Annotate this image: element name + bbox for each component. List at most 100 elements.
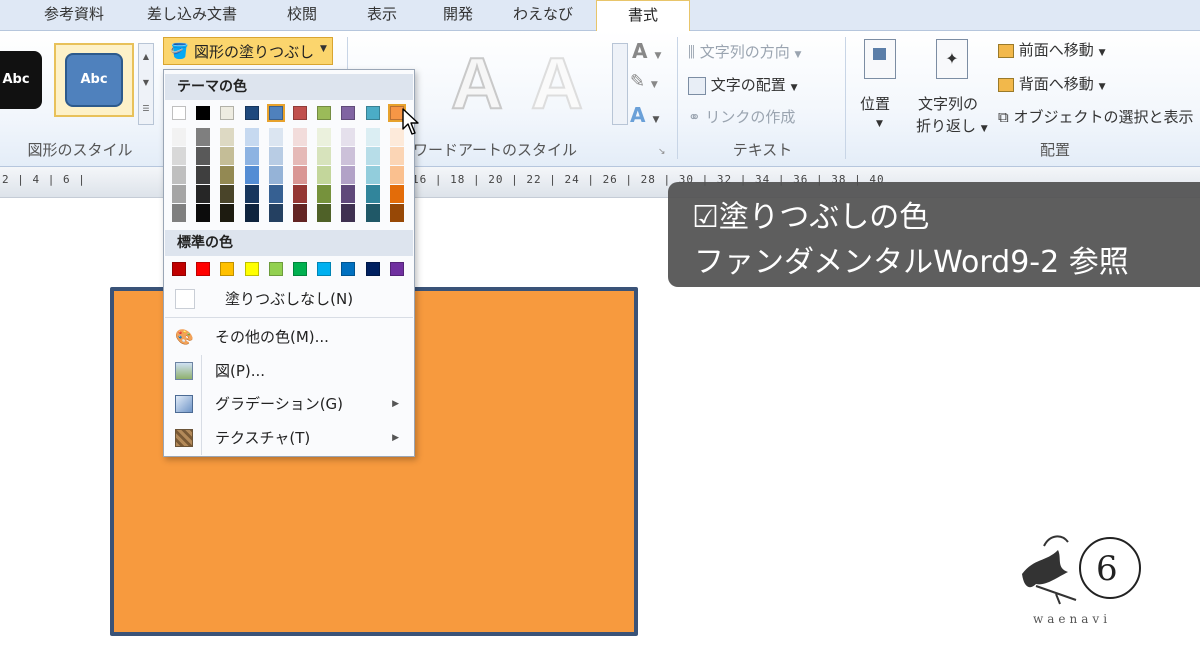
theme-shade-swatch[interactable] <box>268 166 283 184</box>
text-align-button[interactable]: 文字の配置 ▼ <box>688 74 798 95</box>
theme-shade-swatch[interactable] <box>293 147 307 165</box>
theme-shade-swatch[interactable] <box>220 166 235 184</box>
theme-color-swatch[interactable] <box>365 106 380 120</box>
theme-shade-swatch[interactable] <box>196 185 211 203</box>
theme-shade-swatch[interactable] <box>365 147 380 165</box>
wordart-style-outline[interactable]: A <box>440 44 514 124</box>
selection-pane-button[interactable]: ⧉ オブジェクトの選択と表示 <box>998 106 1194 127</box>
theme-color-swatch[interactable] <box>196 106 211 120</box>
theme-shade-swatch[interactable] <box>293 128 307 146</box>
standard-color-swatch[interactable] <box>365 262 380 276</box>
theme-shade-swatch[interactable] <box>196 166 211 184</box>
theme-shade-swatch[interactable] <box>244 166 259 184</box>
wrap-text-button[interactable]: ✦ 文字列の 折り返し ▼ <box>914 39 996 149</box>
tab-review[interactable]: 校閲 <box>266 0 338 30</box>
theme-shade-swatch[interactable] <box>220 128 235 146</box>
theme-shade-swatch[interactable] <box>293 166 307 184</box>
theme-shade-swatch[interactable] <box>317 204 332 222</box>
more-colors-item[interactable]: 🎨 その他の色(M)... <box>165 322 413 352</box>
text-fill-icon[interactable]: A ▼ <box>632 39 661 63</box>
theme-shade-swatch[interactable] <box>268 185 283 203</box>
theme-shade-swatch[interactable] <box>389 166 404 184</box>
standard-color-swatch[interactable] <box>244 262 259 276</box>
theme-shade-swatch[interactable] <box>196 204 211 222</box>
theme-shade-swatch[interactable] <box>341 128 356 146</box>
send-backward-button[interactable]: 背面へ移動 ▼ <box>998 73 1106 94</box>
theme-color-swatch[interactable] <box>317 106 332 120</box>
shape-fill-button[interactable]: 🪣 図形の塗りつぶし ▼ <box>163 37 333 65</box>
dialog-launcher-icon[interactable]: ↘ <box>658 147 666 157</box>
standard-color-swatch[interactable] <box>293 262 307 276</box>
theme-shade-swatch[interactable] <box>244 147 259 165</box>
tab-references[interactable]: 参考資料 <box>22 0 126 30</box>
text-direction-button[interactable]: ⫼ 文字列の方向 ▼ <box>688 41 801 62</box>
theme-shade-swatch[interactable] <box>389 147 404 165</box>
theme-color-swatch[interactable] <box>341 106 356 120</box>
wordart-style-light[interactable]: A <box>520 44 594 124</box>
shape-style-thumb-black[interactable]: Abc <box>0 51 42 109</box>
tab-waenavi[interactable]: わえなび <box>496 0 590 30</box>
gradient-fill-item[interactable]: グラデーション(G) ▶ <box>165 389 413 419</box>
theme-shade-swatch[interactable] <box>317 185 332 203</box>
standard-color-swatch[interactable] <box>172 262 186 276</box>
position-button[interactable]: 位置 ▼ <box>860 39 900 149</box>
theme-shade-swatch[interactable] <box>268 128 283 146</box>
text-effects-icon[interactable]: A ▼ <box>630 103 659 127</box>
theme-shade-swatch[interactable] <box>220 204 235 222</box>
theme-shade-swatch[interactable] <box>172 204 186 222</box>
theme-shade-swatch[interactable] <box>341 204 356 222</box>
theme-shade-swatch[interactable] <box>220 147 235 165</box>
theme-shade-swatch[interactable] <box>365 166 380 184</box>
theme-shade-swatch[interactable] <box>341 166 356 184</box>
style-gallery-scroll[interactable]: ▲ ▼ ☰ <box>138 43 154 125</box>
theme-shade-swatch[interactable] <box>293 185 307 203</box>
wordart-gallery-scroll[interactable] <box>612 43 628 125</box>
theme-shade-swatch[interactable] <box>341 185 356 203</box>
theme-shade-swatch[interactable] <box>196 147 211 165</box>
tab-developer[interactable]: 開発 <box>422 0 494 30</box>
text-outline-icon[interactable]: ✎ ▼ <box>630 71 658 92</box>
theme-shade-swatch[interactable] <box>244 204 259 222</box>
theme-shade-swatch[interactable] <box>365 185 380 203</box>
standard-color-swatch[interactable] <box>268 262 283 276</box>
create-link-button[interactable]: ⚭ リンクの作成 <box>688 106 795 127</box>
theme-shade-swatch[interactable] <box>172 147 186 165</box>
no-fill-item[interactable]: 塗りつぶしなし(N) <box>165 284 413 314</box>
standard-color-swatch[interactable] <box>389 262 404 276</box>
theme-color-swatch[interactable] <box>220 106 235 120</box>
theme-shade-swatch[interactable] <box>172 166 186 184</box>
theme-shade-swatch[interactable] <box>268 204 283 222</box>
theme-shade-swatch[interactable] <box>365 204 380 222</box>
theme-shade-swatch[interactable] <box>196 128 211 146</box>
standard-color-swatch[interactable] <box>317 262 332 276</box>
theme-shade-swatch[interactable] <box>317 166 332 184</box>
theme-shade-swatch[interactable] <box>389 185 404 203</box>
picture-fill-item[interactable]: 図(P)... <box>165 356 413 386</box>
wrap-text-label-2: 折り返し <box>916 117 977 135</box>
theme-shade-swatch[interactable] <box>244 185 259 203</box>
tab-mailings[interactable]: 差し込み文書 <box>126 0 258 30</box>
tab-format[interactable]: 書式 <box>596 0 690 32</box>
theme-shade-swatch[interactable] <box>293 204 307 222</box>
theme-shade-swatch[interactable] <box>365 128 380 146</box>
texture-fill-item[interactable]: テクスチャ(T) ▶ <box>165 423 413 453</box>
theme-color-swatch[interactable] <box>293 106 307 120</box>
shape-style-thumb-blue[interactable]: Abc <box>65 53 123 107</box>
standard-color-swatch[interactable] <box>220 262 235 276</box>
theme-shade-swatch[interactable] <box>389 204 404 222</box>
theme-shade-swatch[interactable] <box>244 128 259 146</box>
theme-shade-swatch[interactable] <box>220 185 235 203</box>
theme-shade-swatch[interactable] <box>268 147 283 165</box>
standard-color-swatch[interactable] <box>196 262 211 276</box>
theme-color-swatch[interactable] <box>172 106 186 120</box>
tab-view[interactable]: 表示 <box>346 0 418 30</box>
theme-shade-swatch[interactable] <box>341 147 356 165</box>
theme-color-swatch[interactable] <box>244 106 259 120</box>
theme-color-swatch[interactable] <box>266 104 285 122</box>
theme-shade-swatch[interactable] <box>317 147 332 165</box>
bring-forward-button[interactable]: 前面へ移動 ▼ <box>998 39 1106 60</box>
theme-shade-swatch[interactable] <box>172 185 186 203</box>
theme-shade-swatch[interactable] <box>172 128 186 146</box>
standard-color-swatch[interactable] <box>341 262 356 276</box>
theme-shade-swatch[interactable] <box>317 128 332 146</box>
